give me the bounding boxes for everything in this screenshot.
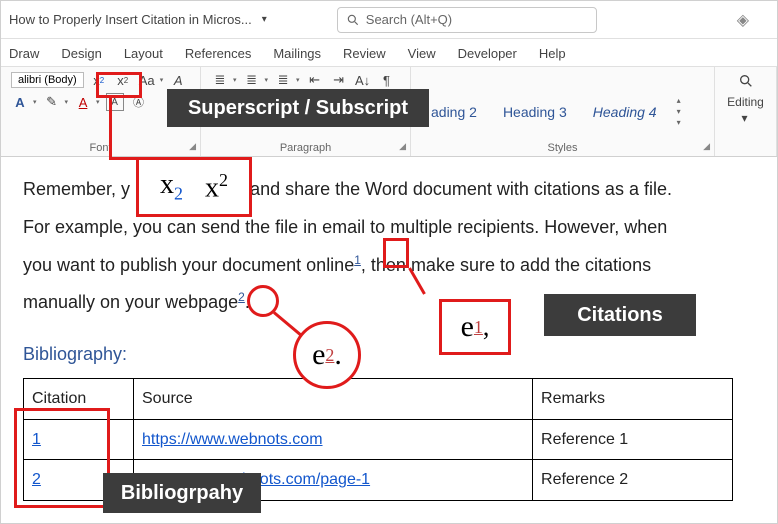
- editing-label: Editing: [727, 95, 764, 109]
- remark: Reference 1: [533, 419, 733, 460]
- chevron-down-icon: ▾: [96, 98, 100, 106]
- annot-connector: [109, 98, 112, 160]
- annot-box-super-sub-small: [96, 72, 142, 98]
- indent-left-icon[interactable]: ⇤: [306, 71, 324, 89]
- citation-ref-2[interactable]: 2: [238, 290, 245, 304]
- text-effects-icon[interactable]: A: [11, 93, 29, 111]
- tab-developer[interactable]: Developer: [458, 46, 517, 66]
- group-label-font: Font: [11, 140, 190, 154]
- annot-circle-e2: [247, 285, 279, 317]
- table-row: 1 https://www.webnots.com Reference 1: [24, 419, 733, 460]
- premium-icon[interactable]: ◈: [737, 10, 749, 30]
- annot-label-citations: Citations: [544, 294, 696, 336]
- tab-mailings[interactable]: Mailings: [273, 46, 321, 66]
- text-run: Remember, y: [23, 179, 130, 199]
- styles-group: ading 2 Heading 3 Heading 4 ▴▾▾ Styles ◢: [411, 67, 715, 156]
- tab-view[interactable]: View: [408, 46, 436, 66]
- text-run: e: [344, 255, 354, 275]
- zoom-x-sup: x2: [205, 170, 228, 204]
- tab-help[interactable]: Help: [539, 46, 566, 66]
- clear-formatting-icon[interactable]: A: [169, 71, 187, 89]
- text-run: you want to publish your document onlin: [23, 255, 344, 275]
- styles-gallery-more[interactable]: ▴▾▾: [677, 96, 681, 127]
- show-marks-icon[interactable]: ¶: [378, 71, 396, 89]
- chevron-down-icon: ▾: [160, 76, 164, 84]
- dialog-launcher-icon[interactable]: ◢: [703, 141, 710, 152]
- dialog-launcher-icon[interactable]: ◢: [189, 141, 196, 152]
- editing-group[interactable]: Editing ▾: [715, 67, 777, 156]
- bibliography-heading: Bibliography:: [23, 336, 755, 374]
- tab-design[interactable]: Design: [61, 46, 101, 66]
- tab-draw[interactable]: Draw: [9, 46, 39, 66]
- annot-connector: [109, 157, 139, 160]
- col-remarks: Remarks: [533, 378, 733, 419]
- title-bar: How to Properly Insert Citation in Micro…: [1, 1, 777, 39]
- paragraph-line: Remember, y and share the Word document …: [23, 171, 755, 209]
- text-run: manually on your webpage: [23, 292, 238, 312]
- sort-icon[interactable]: A↓: [354, 71, 372, 89]
- annot-zoom-e2: e2.: [293, 321, 361, 389]
- remark: Reference 2: [533, 460, 733, 501]
- ribbon-tabs: Draw Design Layout References Mailings R…: [1, 39, 777, 67]
- chevron-down-icon: ▾: [741, 111, 747, 125]
- zoom-x-sub: x2: [160, 169, 183, 205]
- tab-layout[interactable]: Layout: [124, 46, 163, 66]
- group-label-styles: Styles: [421, 140, 704, 154]
- dialog-launcher-icon[interactable]: ◢: [399, 141, 406, 152]
- chevron-down-icon: ▾: [33, 98, 37, 106]
- search-input[interactable]: Search (Alt+Q): [337, 7, 597, 33]
- indent-right-icon[interactable]: ⇥: [330, 71, 348, 89]
- style-heading2[interactable]: ading 2: [431, 104, 477, 120]
- chevron-down-icon: ▾: [65, 98, 69, 106]
- source-link[interactable]: bnots.com/page-1: [242, 471, 370, 488]
- annot-box-e1: [383, 238, 409, 268]
- annot-zoom-super-sub: x2 x2: [136, 157, 252, 217]
- annot-label-biblio: Bibliogrpahy: [103, 473, 261, 513]
- multilevel-icon[interactable]: ≣: [274, 71, 292, 89]
- source-link[interactable]: https://www.webnots.com: [142, 431, 323, 448]
- text-run: and share the Word document with citatio…: [250, 179, 672, 199]
- find-icon: [738, 73, 754, 89]
- tab-references[interactable]: References: [185, 46, 251, 66]
- group-label-paragraph: Paragraph: [211, 140, 400, 154]
- citation-ref-1[interactable]: 1: [354, 253, 361, 267]
- font-name-box[interactable]: alibri (Body): [11, 72, 84, 88]
- annot-label-super-sub: Superscript / Subscript: [167, 89, 429, 127]
- font-color-icon[interactable]: A: [74, 93, 92, 111]
- table-header-row: Citation Source Remarks: [24, 378, 733, 419]
- tab-review[interactable]: Review: [343, 46, 386, 66]
- annot-zoom-e1: e1,: [439, 299, 511, 355]
- search-placeholder: Search (Alt+Q): [366, 12, 452, 27]
- window-title: How to Properly Insert Citation in Micro…: [9, 12, 252, 27]
- bullets-icon[interactable]: ≣: [211, 71, 229, 89]
- style-heading3[interactable]: Heading 3: [503, 104, 567, 120]
- numbering-icon[interactable]: ≣: [243, 71, 261, 89]
- style-heading4[interactable]: Heading 4: [593, 104, 657, 120]
- search-icon: [346, 13, 360, 27]
- highlight-icon[interactable]: ✎: [43, 93, 61, 111]
- annot-box-biblio: [14, 408, 110, 508]
- title-dropdown-icon[interactable]: ▾: [262, 14, 267, 25]
